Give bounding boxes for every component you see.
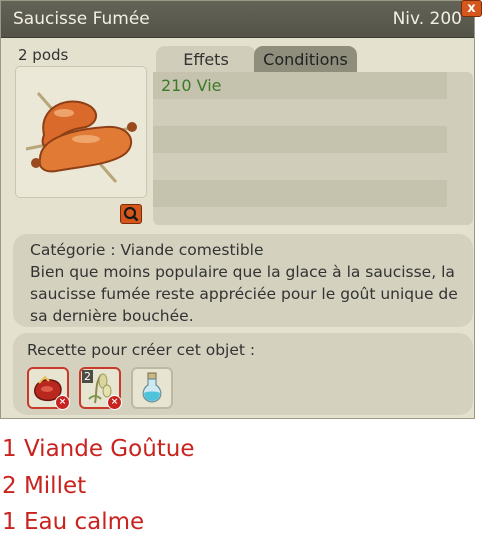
item-title: Saucisse Fumée bbox=[13, 9, 150, 29]
recipe-box: Recette pour créer cet objet : × 2 × bbox=[13, 333, 473, 415]
magnifier-icon bbox=[123, 206, 139, 222]
annotation-line-2: 2 Millet bbox=[2, 473, 87, 499]
item-weight: 2 pods bbox=[18, 46, 69, 64]
annotation-line-3: 1 Eau calme bbox=[2, 509, 145, 535]
recipe-label: Recette pour créer cet objet : bbox=[27, 341, 256, 359]
tab-effets[interactable]: Effets bbox=[156, 46, 256, 72]
smoked-sausage-icon bbox=[25, 92, 137, 183]
description-box: Catégorie : Viande comestible Bien que m… bbox=[13, 234, 473, 327]
item-level: Niv. 200 bbox=[392, 9, 462, 29]
effects-list: 210 Vie bbox=[153, 72, 473, 225]
effect-row-empty bbox=[153, 126, 447, 153]
missing-ingredient-icon: × bbox=[107, 395, 122, 410]
annotation-line-1: 1 Viande Goûtue bbox=[2, 436, 195, 462]
missing-ingredient-icon: × bbox=[55, 395, 70, 410]
description-text: Catégorie : Viande comestible Bien que m… bbox=[30, 239, 470, 327]
ingredient-slot-water[interactable] bbox=[131, 367, 173, 409]
item-category: Catégorie : Viande comestible bbox=[30, 241, 264, 259]
ingredient-slot-millet[interactable]: 2 × bbox=[79, 367, 122, 410]
zoom-button[interactable] bbox=[120, 204, 142, 224]
item-tooltip-panel: Saucisse Fumée Niv. 200 2 pods Effets Co… bbox=[0, 0, 475, 419]
effect-row: 210 Vie bbox=[153, 72, 447, 99]
tab-conditions[interactable]: Conditions bbox=[254, 46, 357, 72]
close-button[interactable]: x bbox=[461, 0, 482, 17]
effect-row-empty bbox=[153, 99, 447, 126]
ingredient-quantity: 2 bbox=[82, 370, 93, 383]
effect-text: 210 Vie bbox=[161, 76, 222, 95]
item-description: Bien que moins populaire que la glace à … bbox=[30, 263, 458, 325]
ingredient-slot-meat[interactable]: × bbox=[27, 367, 70, 410]
effect-row-empty bbox=[153, 180, 447, 207]
item-image-frame bbox=[15, 66, 147, 198]
effect-row-empty bbox=[153, 153, 447, 180]
water-vial-icon bbox=[142, 372, 162, 403]
title-bar[interactable]: Saucisse Fumée Niv. 200 bbox=[1, 1, 474, 38]
